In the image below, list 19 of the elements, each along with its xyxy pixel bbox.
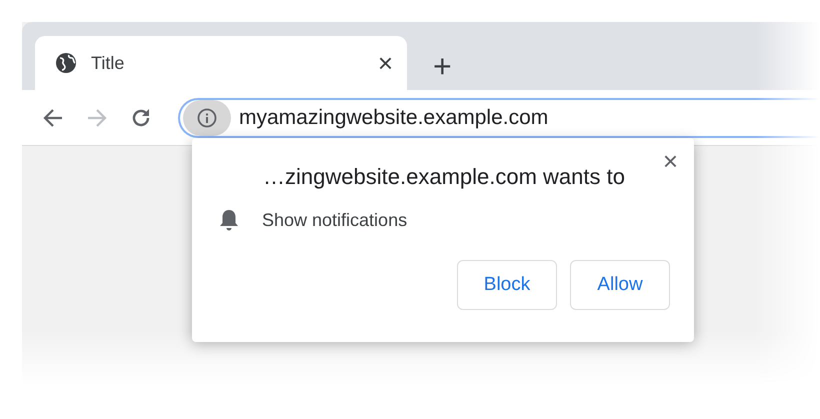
back-button[interactable] xyxy=(42,106,64,128)
block-button[interactable]: Block xyxy=(457,260,557,310)
reload-button[interactable] xyxy=(130,106,152,128)
close-tab-button[interactable]: × xyxy=(378,50,393,76)
address-bar[interactable]: myamazingwebsite.example.com xyxy=(178,98,820,138)
reload-icon xyxy=(130,106,152,128)
close-button[interactable]: × xyxy=(662,148,678,174)
block-button[interactable]: Allow xyxy=(570,260,670,310)
permission-label: Show notifications xyxy=(262,210,408,230)
browser-tab[interactable]: Title × xyxy=(35,36,407,90)
new-tab-button[interactable]: + xyxy=(433,50,452,82)
back-arrow-icon xyxy=(42,106,64,128)
bell-icon xyxy=(218,208,240,232)
globe-icon xyxy=(55,52,77,74)
popup-title: …zingwebsite.example.com wants to xyxy=(262,164,626,190)
site-info-button[interactable] xyxy=(183,100,231,136)
forward-arrow-icon xyxy=(86,106,108,128)
tab-title: Title xyxy=(91,52,126,74)
info-icon xyxy=(197,108,217,128)
